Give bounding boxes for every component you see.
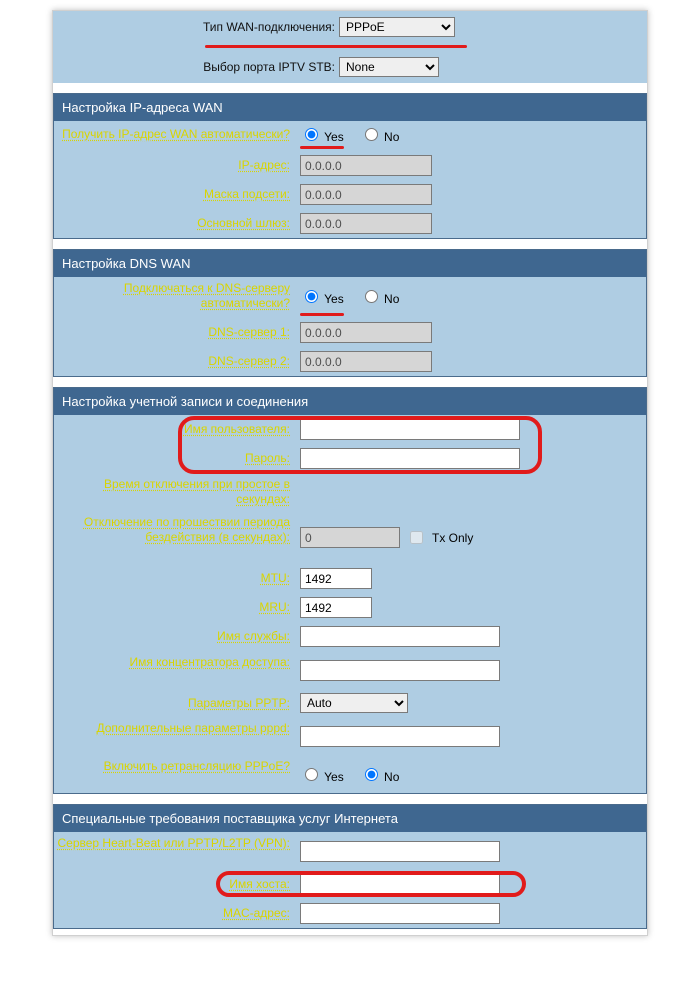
- mac-address-label: MAC-адрес:: [54, 906, 294, 921]
- yes-text: Yes: [324, 292, 344, 306]
- wan-ip-auto-yes[interactable]: Yes: [300, 125, 344, 144]
- dns1-input[interactable]: [300, 322, 432, 343]
- ip-address-label: IP-адрес:: [54, 158, 294, 173]
- pppd-extra-input[interactable]: [300, 726, 500, 747]
- yes-text: Yes: [324, 770, 344, 784]
- no-text: No: [384, 130, 399, 144]
- ip-address-input[interactable]: [300, 155, 432, 176]
- idle-timeout-label: Время отключения при простое в секундах:: [54, 477, 294, 507]
- mru-input[interactable]: [300, 597, 372, 618]
- pppoe-relay-label: Включить ретрансляцию PPPoE?: [54, 759, 294, 789]
- wan-ip-auto-no[interactable]: No: [360, 125, 400, 144]
- idle-disconnect-label: Отключение по прошествии периода бездейс…: [54, 515, 294, 560]
- section-wan-dns: Настройка DNS WAN Подключаться к DNS-сер…: [53, 249, 647, 377]
- subnet-mask-input[interactable]: [300, 184, 432, 205]
- mac-address-input[interactable]: [300, 903, 500, 924]
- dns-auto-highlight-underline: [300, 313, 344, 316]
- pppoe-relay-no-radio[interactable]: [365, 768, 378, 781]
- default-gateway-input[interactable]: [300, 213, 432, 234]
- dns1-label: DNS-сервер 1:: [54, 325, 294, 340]
- password-input[interactable]: [300, 448, 520, 469]
- pptp-options-label: Параметры PPTP:: [54, 696, 294, 711]
- pppd-extra-label: Дополнительные параметры pppd:: [54, 721, 294, 751]
- default-gateway-label: Основной шлюз:: [54, 216, 294, 231]
- wan-ip-auto-yes-radio[interactable]: [305, 128, 318, 141]
- wan-ip-auto-highlight-underline: [300, 146, 344, 149]
- idle-disconnect-input[interactable]: [300, 527, 400, 548]
- section-account: Настройка учетной записи и соединения Им…: [53, 387, 647, 794]
- ac-name-input[interactable]: [300, 660, 500, 681]
- wan-ip-auto-label: Получить IP-адрес WAN автоматически?: [54, 127, 294, 142]
- section-account-title: Настройка учетной записи и соединения: [54, 388, 646, 415]
- dns2-input[interactable]: [300, 351, 432, 372]
- dns-auto-yes[interactable]: Yes: [300, 287, 344, 306]
- dns-auto-label: Подключаться к DNS-серверу автоматически…: [54, 281, 294, 311]
- no-text: No: [384, 770, 399, 784]
- mtu-label: MTU:: [54, 571, 294, 586]
- pppoe-relay-yes[interactable]: Yes: [300, 765, 344, 784]
- wan-ip-auto-no-radio[interactable]: [365, 128, 378, 141]
- mtu-input[interactable]: [300, 568, 372, 589]
- service-name-label: Имя службы:: [54, 629, 294, 644]
- wan-type-bar: Тип WAN-подключения: PPPoE Выбор порта I…: [53, 11, 647, 83]
- dns-auto-yes-radio[interactable]: [305, 290, 318, 303]
- iptv-port-label: Выбор порта IPTV STB:: [53, 60, 339, 74]
- dns-auto-no-radio[interactable]: [365, 290, 378, 303]
- yes-text: Yes: [324, 130, 344, 144]
- pppoe-relay-yes-radio[interactable]: [305, 768, 318, 781]
- hostname-label: Имя хоста:: [54, 877, 294, 892]
- heartbeat-server-input[interactable]: [300, 841, 500, 862]
- section-wan-ip-title: Настройка IP-адреса WAN: [54, 94, 646, 121]
- tx-only-label: Tx Only: [432, 531, 473, 545]
- section-isp-title: Специальные требования поставщика услуг …: [54, 805, 646, 832]
- no-text: No: [384, 292, 399, 306]
- username-input[interactable]: [300, 419, 520, 440]
- ac-name-label: Имя концентратора доступа:: [54, 655, 294, 685]
- password-label: Пароль:: [54, 451, 294, 466]
- hostname-input[interactable]: [300, 874, 500, 895]
- iptv-port-select[interactable]: None: [339, 57, 439, 77]
- dns2-label: DNS-сервер 2:: [54, 354, 294, 369]
- subnet-mask-label: Маска подсети:: [54, 187, 294, 202]
- username-label: Имя пользователя:: [54, 422, 294, 437]
- wan-type-label: Тип WAN-подключения:: [53, 20, 339, 34]
- dns-auto-no[interactable]: No: [360, 287, 400, 306]
- pppoe-relay-no[interactable]: No: [360, 765, 400, 784]
- section-wan-ip: Настройка IP-адреса WAN Получить IP-адре…: [53, 93, 647, 239]
- pptp-options-select[interactable]: Auto: [300, 693, 408, 713]
- section-isp: Специальные требования поставщика услуг …: [53, 804, 647, 929]
- wan-type-select[interactable]: PPPoE: [339, 17, 455, 37]
- wan-type-highlight-underline: [205, 45, 467, 48]
- section-wan-dns-title: Настройка DNS WAN: [54, 250, 646, 277]
- service-name-input[interactable]: [300, 626, 500, 647]
- tx-only-checkbox[interactable]: [410, 531, 423, 544]
- heartbeat-server-label: Сервер Heart-Beat или PPTP/L2TP (VPN):: [54, 836, 294, 866]
- mru-label: MRU:: [54, 600, 294, 615]
